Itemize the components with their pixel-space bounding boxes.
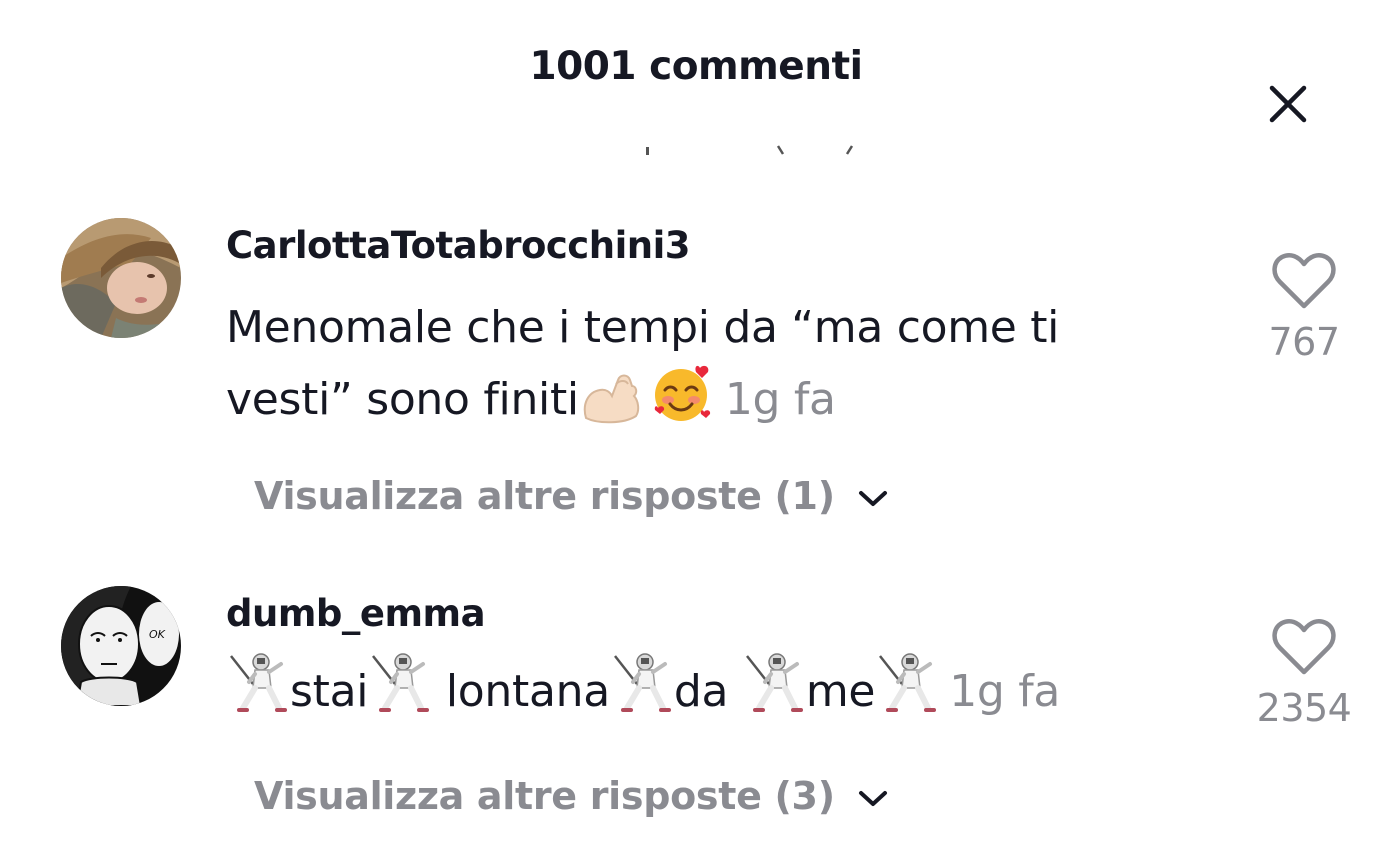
- svg-text:OK: OK: [149, 628, 166, 641]
- comment-word: lontana: [445, 666, 610, 717]
- comment-username[interactable]: CarlottaTotabrocchini3: [226, 224, 691, 267]
- comment-word: me: [805, 666, 876, 717]
- fencer-emoji: [611, 650, 673, 716]
- view-more-replies-link[interactable]: Visualizza altre risposte (3): [254, 774, 889, 818]
- fencer-emoji: [743, 650, 805, 716]
- heart-icon: [1272, 253, 1336, 309]
- comment-text-line2: vesti” sono finiti: [226, 374, 579, 425]
- view-more-replies-link[interactable]: Visualizza altre risposte (1): [254, 474, 889, 518]
- comment-word: da: [673, 666, 729, 717]
- like-count: 767: [1268, 320, 1340, 364]
- smiling-face-with-hearts-emoji: [648, 362, 714, 424]
- cut-off-text-fragment: [630, 142, 870, 156]
- flexed-biceps-emoji: [580, 370, 646, 424]
- chevron-down-icon: [857, 489, 889, 509]
- fencer-emoji: [227, 650, 289, 716]
- avatar[interactable]: OK: [61, 586, 181, 706]
- comment-timestamp: 1g fa: [724, 374, 836, 425]
- comment-username[interactable]: dumb_emma: [226, 592, 486, 635]
- heart-icon: [1272, 619, 1336, 675]
- chevron-down-icon: [857, 789, 889, 809]
- fencer-emoji: [876, 650, 938, 716]
- like-count: 2354: [1256, 686, 1352, 730]
- comments-title: 1001 commenti: [529, 44, 863, 89]
- like-button[interactable]: 767: [1238, 250, 1370, 364]
- view-more-replies-label: Visualizza altre risposte (3): [254, 774, 835, 818]
- comment-text-line1: Menomale che i tempi da “ma come ti: [226, 302, 1060, 353]
- view-more-replies-label: Visualizza altre risposte (1): [254, 474, 835, 518]
- fencer-emoji: [369, 650, 431, 716]
- comment-text: stai lontana da me 1g fa: [226, 650, 1226, 726]
- comment-word: stai: [290, 666, 369, 717]
- comment-text: Menomale che i tempi da “ma come ti vest…: [226, 294, 1236, 434]
- comment-timestamp: 1g fa: [949, 666, 1061, 717]
- close-icon[interactable]: [1262, 78, 1314, 130]
- like-button[interactable]: 2354: [1238, 616, 1370, 730]
- avatar[interactable]: [61, 218, 181, 338]
